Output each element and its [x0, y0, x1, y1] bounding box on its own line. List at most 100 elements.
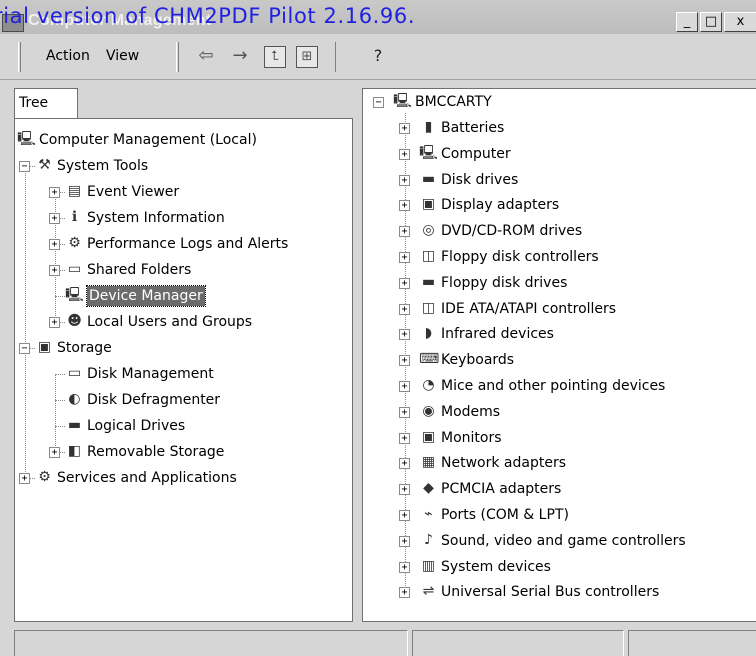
action-menu[interactable]: Action	[46, 48, 90, 64]
tree-item-disk-defragmenter[interactable]: ◐ Disk Defragmenter	[15, 389, 345, 411]
expand-icon[interactable]: +	[49, 239, 60, 250]
device-category-disk-drives[interactable]: + ▬ Disk drives	[363, 169, 753, 191]
expand-icon[interactable]: +	[399, 252, 410, 263]
removable-storage-icon: ◧	[67, 443, 82, 459]
help-icon[interactable]: ?	[364, 45, 392, 69]
tab-tree-label: Tree	[19, 95, 49, 111]
device-category-floppy-disk-drives[interactable]: + ▬ Floppy disk drives	[363, 272, 753, 294]
tree-item-disk-management[interactable]: ▭ Disk Management	[15, 363, 345, 385]
expand-icon[interactable]: +	[399, 329, 410, 340]
tree-item-label: Logical Drives	[87, 418, 186, 434]
expand-icon[interactable]: +	[399, 536, 410, 547]
minimize-button[interactable]: _	[676, 12, 698, 32]
status-panel-3	[628, 630, 756, 656]
expand-icon[interactable]: +	[399, 510, 410, 521]
toolbar-grip-2[interactable]	[176, 42, 179, 72]
expand-icon[interactable]: +	[399, 458, 410, 469]
expand-icon[interactable]: +	[49, 265, 60, 276]
device-category-pcmcia-adapters[interactable]: + ◆ PCMCIA adapters	[363, 478, 753, 500]
device-category-batteries[interactable]: + ▮ Batteries	[363, 117, 753, 139]
expand-icon[interactable]: +	[399, 562, 410, 573]
back-arrow-icon[interactable]: ⇦	[192, 45, 220, 69]
tree-item-label: Shared Folders	[87, 262, 192, 278]
storage-icon: ▣	[37, 339, 52, 355]
expand-icon[interactable]: +	[399, 226, 410, 237]
expand-icon[interactable]: +	[49, 213, 60, 224]
view-menu[interactable]: View	[106, 48, 139, 64]
watermark-text: rial version of CHM2PDF Pilot 2.16.96.	[0, 4, 416, 28]
expand-icon[interactable]: +	[399, 433, 410, 444]
device-root-label: BMCCARTY	[415, 94, 492, 110]
expand-icon[interactable]: +	[399, 200, 410, 211]
expand-icon[interactable]: +	[49, 447, 60, 458]
tree-item-shared-folders[interactable]: + ▭ Shared Folders	[15, 259, 345, 281]
device-category-label: Keyboards	[441, 352, 515, 368]
device-category-infrared-devices[interactable]: + ◗ Infrared devices	[363, 323, 753, 345]
expand-icon[interactable]: +	[399, 381, 410, 392]
tree-item-event-viewer[interactable]: + ▤ Event Viewer	[15, 181, 345, 203]
device-category-label: Disk drives	[441, 172, 519, 188]
expand-icon[interactable]: +	[399, 123, 410, 134]
expand-icon[interactable]: +	[399, 149, 410, 160]
ide-controller-icon: ◫	[421, 300, 436, 316]
device-category-dvd-cd-rom-drives[interactable]: + ◎ DVD/CD-ROM drives	[363, 220, 753, 242]
device-category-system-devices[interactable]: + ▥ System devices	[363, 556, 753, 578]
device-category-mice-and-other-pointing-devices[interactable]: + ◔ Mice and other pointing devices	[363, 375, 753, 397]
expand-icon[interactable]: +	[49, 317, 60, 328]
title-bar[interactable]: Computer Management rial version of CHM2…	[0, 0, 756, 34]
device-category-label: Sound, video and game controllers	[441, 533, 686, 549]
tree-item-system-tools[interactable]: − ⚒ System Tools	[15, 155, 345, 177]
toolbar-grip[interactable]	[18, 42, 21, 72]
tab-tree[interactable]: Tree	[14, 88, 78, 118]
tree-item-computer-management-local-[interactable]: 🖳 Computer Management (Local)	[15, 129, 345, 151]
collapse-icon[interactable]: −	[19, 161, 30, 172]
device-list-pane[interactable]: − 🖳 BMCCARTY + ▮ Batteries + 🖳 Computer + ▬ Disk…	[362, 88, 756, 622]
maximize-button[interactable]: □	[700, 12, 722, 32]
expand-icon[interactable]: +	[399, 484, 410, 495]
tree-item-system-information[interactable]: + ℹ System Information	[15, 207, 345, 229]
expand-icon[interactable]: +	[399, 175, 410, 186]
defrag-icon: ◐	[68, 391, 81, 407]
device-category-label: Universal Serial Bus controllers	[441, 584, 660, 600]
computer-icon: 🖳	[17, 131, 36, 147]
expand-icon[interactable]: +	[19, 473, 30, 484]
system-info-icon: ℹ	[71, 209, 78, 225]
device-category-network-adapters[interactable]: + ▦ Network adapters	[363, 452, 753, 474]
device-category-universal-serial-bus-controllers[interactable]: + ⇌ Universal Serial Bus controllers	[363, 581, 753, 603]
tree-item-logical-drives[interactable]: ▬ Logical Drives	[15, 415, 345, 437]
expand-icon[interactable]: +	[49, 187, 60, 198]
device-category-label: System devices	[441, 559, 551, 575]
console-tree[interactable]: 🖳 Computer Management (Local) − ⚒ System Too…	[14, 118, 353, 622]
expand-icon[interactable]: +	[399, 304, 410, 315]
device-category-floppy-disk-controllers[interactable]: + ◫ Floppy disk controllers	[363, 246, 753, 268]
expand-icon[interactable]: +	[399, 587, 410, 598]
device-category-ports-com-lpt-[interactable]: + ⌁ Ports (COM & LPT)	[363, 504, 753, 526]
expand-icon[interactable]: +	[399, 407, 410, 418]
tree-item-services-and-applications[interactable]: + ⚙ Services and Applications	[15, 467, 345, 489]
performance-icon: ⚙	[68, 235, 81, 251]
device-category-display-adapters[interactable]: + ▣ Display adapters	[363, 194, 753, 216]
port-icon: ⌁	[424, 506, 433, 522]
collapse-icon[interactable]: −	[373, 97, 384, 108]
device-category-keyboards[interactable]: + ⌨ Keyboards	[363, 349, 753, 371]
device-category-modems[interactable]: + ◉ Modems	[363, 401, 753, 423]
close-button[interactable]: x	[724, 12, 756, 32]
device-category-ide-ata-atapi-controllers[interactable]: + ◫ IDE ATA/ATAPI controllers	[363, 298, 753, 320]
up-one-level-icon[interactable]: ⮤	[264, 46, 286, 68]
collapse-icon[interactable]: −	[19, 343, 30, 354]
device-category-computer[interactable]: + 🖳 Computer	[363, 143, 753, 165]
device-category-monitors[interactable]: + ▣ Monitors	[363, 427, 753, 449]
device-category-label: Mice and other pointing devices	[441, 378, 666, 394]
tree-item-removable-storage[interactable]: + ◧ Removable Storage	[15, 441, 345, 463]
tree-item-performance-logs-and-alerts[interactable]: + ⚙ Performance Logs and Alerts	[15, 233, 345, 255]
device-category-label: Computer	[441, 146, 511, 162]
tree-item-storage[interactable]: − ▣ Storage	[15, 337, 345, 359]
forward-arrow-icon[interactable]: →	[226, 45, 254, 69]
device-category-sound-video-and-game-controllers[interactable]: + ♪ Sound, video and game controllers	[363, 530, 753, 552]
expand-icon[interactable]: +	[399, 278, 410, 289]
show-hide-tree-icon[interactable]: ⊞	[296, 46, 318, 68]
tree-item-local-users-and-groups[interactable]: + ☻ Local Users and Groups	[15, 311, 345, 333]
tree-item-device-manager[interactable]: 🖳 Device Manager	[15, 285, 345, 307]
users-icon: ☻	[67, 313, 82, 329]
expand-icon[interactable]: +	[399, 355, 410, 366]
